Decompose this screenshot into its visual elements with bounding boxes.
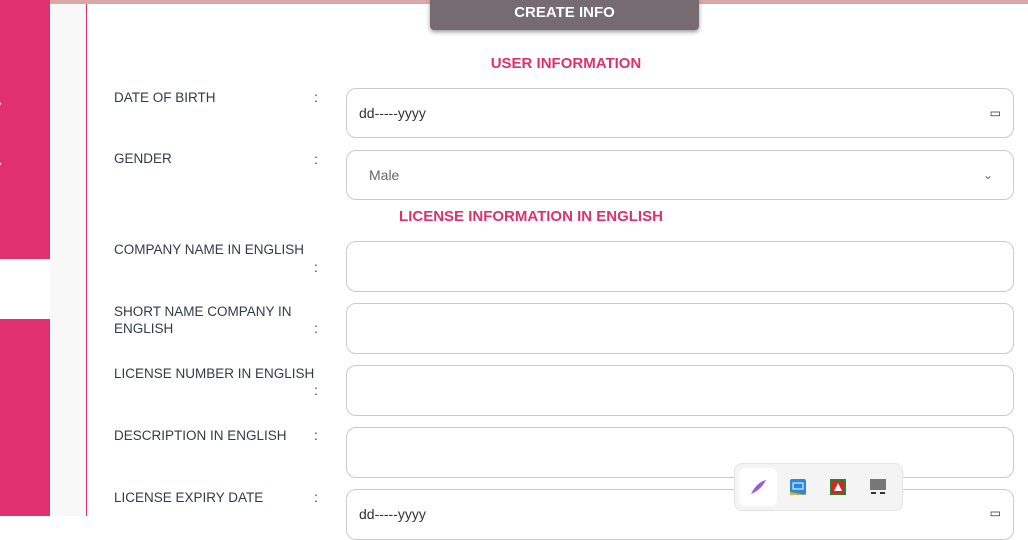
description-input[interactable]: [346, 427, 1014, 478]
create-info-button[interactable]: CREATE INFO: [430, 0, 699, 30]
calendar-icon[interactable]: ▭: [990, 506, 1001, 520]
chevron-right-icon[interactable]: ›: [0, 158, 2, 170]
label-gender: GENDER: [114, 151, 172, 166]
gender-value: Male: [369, 167, 400, 183]
gender-select[interactable]: Male ⌄: [346, 150, 1014, 200]
calendar-icon[interactable]: ▭: [990, 106, 1001, 120]
chevron-right-icon[interactable]: ›: [0, 98, 2, 110]
date-of-birth-input[interactable]: dd-----yyyy ▭: [346, 88, 1014, 138]
section-user-information: USER INFORMATION: [490, 55, 642, 72]
license-number-input[interactable]: [346, 365, 1014, 416]
label-date-of-birth: DATE OF BIRTH: [114, 90, 216, 105]
network-app-icon[interactable]: [779, 468, 817, 506]
gutter: [50, 4, 86, 516]
label-company-name: COMPANY NAME IN ENGLISH: [114, 242, 305, 257]
label-license-number: LICENSE NUMBER IN ENGLISH: [114, 366, 315, 381]
sidebar-lower: [0, 319, 50, 516]
sidebar: › ›: [0, 0, 50, 259]
colon: :: [314, 151, 318, 167]
label-description: DESCRIPTION IN ENGLISH: [114, 428, 287, 443]
display-app-icon[interactable]: [859, 468, 897, 506]
colon: :: [314, 427, 318, 443]
colon: :: [314, 259, 318, 275]
date-value: dd-----yyyy: [359, 105, 426, 121]
pdf-app-icon[interactable]: [819, 468, 857, 506]
company-name-input[interactable]: [346, 241, 1014, 292]
colon: :: [314, 489, 318, 505]
chevron-down-icon: ⌄: [982, 168, 993, 182]
section-license-information: LICENSE INFORMATION IN ENGLISH: [399, 208, 663, 225]
label-short-name: SHORT NAME COMPANY IN ENGLISH: [114, 304, 292, 336]
label-license-expiry: LICENSE EXPIRY DATE: [114, 490, 264, 505]
date-value: dd-----yyyy: [359, 506, 426, 522]
colon: :: [314, 89, 318, 105]
short-name-input[interactable]: [346, 303, 1014, 354]
colon: :: [314, 382, 318, 398]
taskbar-dock: [734, 463, 903, 511]
license-expiry-input[interactable]: dd-----yyyy ▭: [346, 489, 1014, 540]
colon: :: [314, 320, 318, 336]
feather-app-icon[interactable]: [739, 468, 777, 506]
divider: [86, 4, 87, 516]
